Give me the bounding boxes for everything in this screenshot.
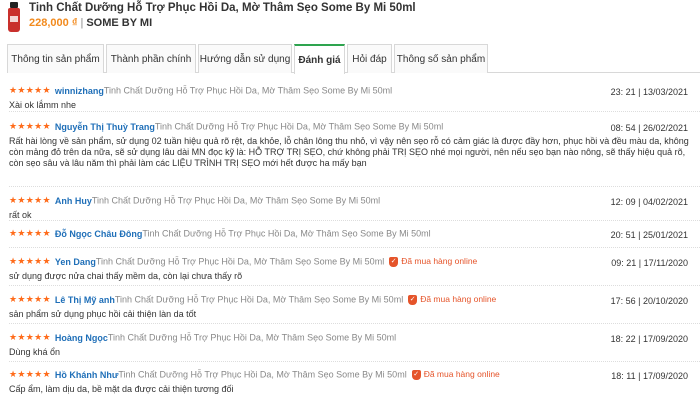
rating-stars: ★★★★★ xyxy=(9,121,51,132)
review-header: ★★★★★ Lê Thị Mỹ anhTinh Chất Dưỡng Hỗ Trợ… xyxy=(9,294,700,309)
review-time: 08: 54 | 26/02/2021 xyxy=(610,123,688,133)
review-header: ★★★★★ Yen DangTinh Chất Dưỡng Hỗ Trợ Phục… xyxy=(9,256,700,271)
price-brand-separator: | xyxy=(80,17,84,29)
review-time: 09: 21 | 17/11/2020 xyxy=(611,258,688,268)
product-title: Tinh Chất Dưỡng Hỗ Trợ Phục Hồi Da, Mờ T… xyxy=(29,2,416,14)
product-header: Tinh Chất Dưỡng Hỗ Trợ Phục Hồi Da, Mờ T… xyxy=(0,0,700,40)
review-item: ★★★★★ Anh HuyTinh Chất Dưỡng Hỗ Trợ Phục … xyxy=(9,187,700,221)
review-product: Tinh Chất Dưỡng Hỗ Trợ Phục Hồi Da, Mờ T… xyxy=(103,85,393,96)
review-product: Tinh Chất Dưỡng Hỗ Trợ Phục Hồi Da, Mờ T… xyxy=(107,332,397,343)
verified-purchase-label: Đã mua hàng online xyxy=(401,256,478,267)
rating-stars: ★★★★★ xyxy=(9,332,51,343)
tab-product-info[interactable]: Thông tin sản phẩm xyxy=(7,44,104,73)
review-item: ★★★★★ Đỗ Ngọc Châu ĐôngTinh Chất Dưỡng Hỗ… xyxy=(9,221,700,248)
review-product: Tinh Chất Dưỡng Hỗ Trợ Phục Hồi Da, Mờ T… xyxy=(154,121,444,132)
review-author[interactable]: winnizhang xyxy=(55,86,104,96)
review-time: 12: 09 | 04/02/2021 xyxy=(610,197,688,207)
rating-stars: ★★★★★ xyxy=(9,294,51,305)
review-text: Rất hài lòng về sản phẩm, sử dụng 02 tuầ… xyxy=(9,136,689,168)
review-product: Tinh Chất Dưỡng Hỗ Trợ Phục Hồi Da, Mờ T… xyxy=(91,195,381,206)
review-time: 18: 22 | 17/09/2020 xyxy=(610,334,688,344)
review-header: ★★★★★ Hoàng NgọcTinh Chất Dưỡng Hỗ Trợ Ph… xyxy=(9,332,700,347)
rating-stars: ★★★★★ xyxy=(9,256,51,267)
rating-stars: ★★★★★ xyxy=(9,369,51,380)
review-product: Tinh Chất Dưỡng Hỗ Trợ Phục Hồi Da, Mờ T… xyxy=(142,228,431,239)
verified-shield-icon: ✓ xyxy=(411,370,421,380)
tab-qa[interactable]: Hỏi đáp xyxy=(347,44,392,73)
review-item: ★★★★★ winnizhangTinh Chất Dưỡng Hỗ Trợ Ph… xyxy=(9,74,700,112)
review-product: Tinh Chất Dưỡng Hỗ Trợ Phục Hồi Da, Mờ T… xyxy=(118,369,407,380)
tab-usage-guide[interactable]: Hướng dẫn sử dụng xyxy=(198,44,292,73)
tab-reviews[interactable]: Đánh giá xyxy=(294,44,345,74)
verified-purchase-badge: ✓ Đã mua hàng online xyxy=(411,369,500,380)
product-price-brand: 228,000 ₫ | SOME BY MI xyxy=(29,17,152,29)
verified-purchase-label: Đã mua hàng online xyxy=(420,294,497,305)
tab-ingredients[interactable]: Thành phần chính xyxy=(106,44,196,73)
review-header: ★★★★★ Hồ Khánh NhưTinh Chất Dưỡng Hỗ Trợ … xyxy=(9,369,700,384)
review-header: ★★★★★ Nguyễn Thị Thuỳ TrangTinh Chất Dưỡn… xyxy=(9,121,700,136)
review-header: ★★★★★ Anh HuyTinh Chất Dưỡng Hỗ Trợ Phục … xyxy=(9,195,700,210)
verified-shield-icon: ✓ xyxy=(408,295,418,305)
verified-shield-icon: ✓ xyxy=(389,257,399,267)
product-tabs: Thông tin sản phẩm Thành phần chính Hướn… xyxy=(7,44,700,74)
review-item: ★★★★★ Hoàng NgọcTinh Chất Dưỡng Hỗ Trợ Ph… xyxy=(9,324,700,362)
product-thumbnail[interactable] xyxy=(6,2,22,32)
review-list: ★★★★★ winnizhangTinh Chất Dưỡng Hỗ Trợ Ph… xyxy=(9,74,700,396)
rating-stars: ★★★★★ xyxy=(9,228,51,239)
review-time: 20: 51 | 25/01/2021 xyxy=(610,230,688,240)
review-product: Tinh Chất Dưỡng Hỗ Trợ Phục Hồi Da, Mờ T… xyxy=(114,294,404,305)
review-author[interactable]: Anh Huy xyxy=(55,196,92,206)
review-time: 17: 56 | 20/10/2020 xyxy=(610,296,688,306)
verified-purchase-badge: ✓ Đã mua hàng online xyxy=(408,294,497,305)
review-header: ★★★★★ Đỗ Ngọc Châu ĐôngTinh Chất Dưỡng Hỗ… xyxy=(9,228,700,243)
verified-purchase-badge: ✓ Đã mua hàng online xyxy=(389,256,478,267)
review-author[interactable]: Yen Dang xyxy=(55,257,96,267)
tab-specifications[interactable]: Thông số sản phẩm xyxy=(394,44,488,73)
review-text: sử dụng được nửa chai thấy mềm da, còn l… xyxy=(9,271,243,281)
rating-stars: ★★★★★ xyxy=(9,85,51,96)
review-text: Dùng khá ổn xyxy=(9,347,61,357)
review-header: ★★★★★ winnizhangTinh Chất Dưỡng Hỗ Trợ Ph… xyxy=(9,85,700,100)
review-item: ★★★★★ Nguyễn Thị Thuỳ TrangTinh Chất Dưỡn… xyxy=(9,112,700,187)
review-item: ★★★★★ Yen DangTinh Chất Dưỡng Hỗ Trợ Phục… xyxy=(9,248,700,286)
verified-purchase-label: Đã mua hàng online xyxy=(423,369,500,380)
review-author[interactable]: Nguyễn Thị Thuỳ Trang xyxy=(55,122,155,132)
review-product: Tinh Chất Dưỡng Hỗ Trợ Phục Hồi Da, Mờ T… xyxy=(95,256,385,267)
review-time: 23: 21 | 13/03/2021 xyxy=(610,87,688,97)
review-text: Xài ok lắmm nhe xyxy=(9,100,77,110)
review-author[interactable]: Hoàng Ngọc xyxy=(55,333,108,343)
review-time: 18: 11 | 17/09/2020 xyxy=(611,371,688,381)
review-text: rất ok xyxy=(9,210,32,220)
review-author[interactable]: Lê Thị Mỹ anh xyxy=(55,295,115,305)
review-text: Cấp ẩm, làm dịu da, bề mặt da được cải t… xyxy=(9,384,234,394)
review-item: ★★★★★ Hồ Khánh NhưTinh Chất Dưỡng Hỗ Trợ … xyxy=(9,362,700,396)
review-author[interactable]: Hồ Khánh Như xyxy=(55,370,119,380)
product-brand[interactable]: SOME BY MI xyxy=(86,17,152,29)
review-text: sản phẩm sử dụng phục hồi cải thiện làn … xyxy=(9,309,197,319)
rating-stars: ★★★★★ xyxy=(9,195,51,206)
product-price: 228,000 ₫ xyxy=(29,17,78,29)
review-author[interactable]: Đỗ Ngọc Châu Đông xyxy=(55,229,143,239)
review-item: ★★★★★ Lê Thị Mỹ anhTinh Chất Dưỡng Hỗ Trợ… xyxy=(9,286,700,324)
